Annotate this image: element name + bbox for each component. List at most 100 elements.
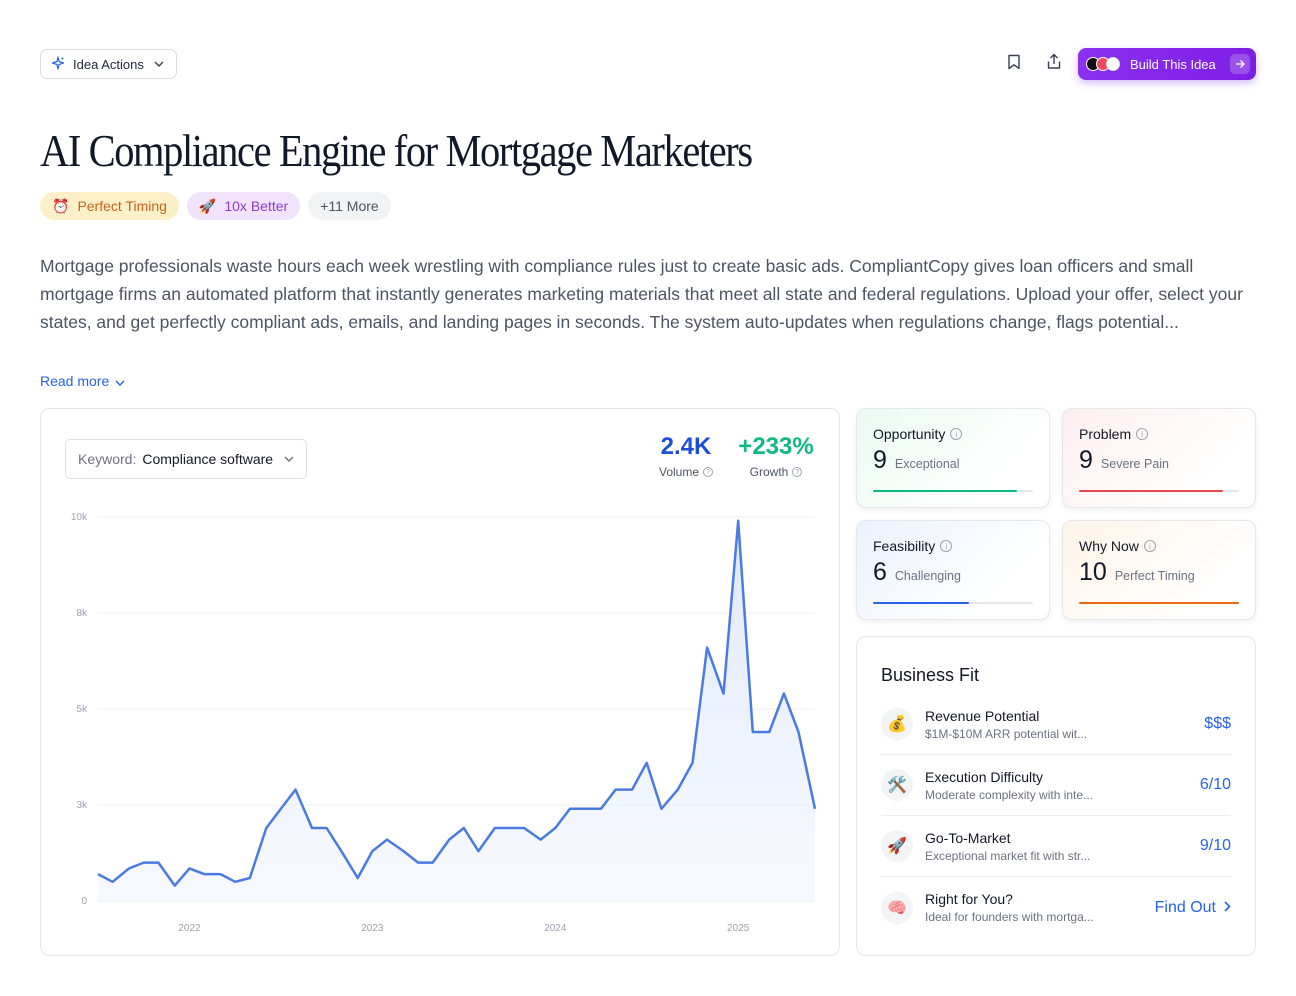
tag-list: ⏰ Perfect Timing 🚀 10x Better +11 More — [40, 192, 391, 220]
tools-icon: 🛠️ — [881, 769, 913, 801]
rocket-icon: 🚀 — [198, 197, 217, 214]
chevron-right-icon — [1224, 899, 1231, 917]
brain-icon: 🧠 — [881, 891, 913, 924]
score-value: 6 — [873, 558, 887, 586]
chart-area — [98, 520, 815, 901]
find-out-label: Find Out — [1154, 898, 1216, 916]
score-title-row: Problem i — [1079, 426, 1239, 442]
alarm-clock-icon: ⏰ — [52, 197, 70, 214]
idea-actions-dropdown[interactable]: Idea Actions — [40, 49, 177, 79]
score-label: Challenging — [894, 569, 961, 583]
score-card-problem[interactable]: Problem i 9 Severe Pain — [1062, 408, 1256, 508]
y-tick-label: 5k — [76, 704, 88, 715]
score-title: Why Now — [1079, 538, 1139, 554]
y-tick-label: 10k — [71, 512, 88, 523]
info-icon[interactable]: i — [1143, 540, 1156, 552]
score-card-opportunity[interactable]: Opportunity i 9 Exceptional — [856, 408, 1050, 508]
bf-text: Execution Difficulty Moderate complexity… — [925, 769, 1093, 802]
chevron-down-icon — [115, 373, 125, 389]
idea-actions-label: Idea Actions — [73, 56, 144, 72]
score-value: 9 — [1079, 446, 1093, 474]
share-button[interactable] — [1042, 52, 1066, 76]
tag-label: Perfect Timing — [77, 198, 167, 214]
bf-value: 9/10 — [1199, 837, 1231, 854]
tag-more[interactable]: +11 More — [308, 192, 391, 220]
search-volume-chart: 0 3k 5k 8k 10k 2022 2023 2024 2025 — [71, 512, 817, 934]
business-fit-title: Business Fit — [881, 665, 980, 685]
business-fit-execution-difficulty[interactable]: 🛠️ Execution Difficulty Moderate complex… — [881, 755, 1231, 816]
read-more-link[interactable]: Read more — [40, 373, 125, 389]
info-icon[interactable]: i — [1136, 428, 1149, 440]
bf-title: Go-To-Market — [925, 829, 1011, 846]
idea-description: Mortgage professionals waste hours each … — [40, 256, 1243, 332]
y-tick-label: 8k — [76, 608, 88, 619]
y-tick-label: 3k — [76, 800, 88, 811]
score-label: Perfect Timing — [1114, 569, 1195, 583]
score-title-row: Feasibility i — [873, 538, 1033, 554]
bf-subtitle: Exceptional market fit with str... — [925, 848, 1091, 863]
score-bar — [873, 490, 1033, 492]
info-icon[interactable]: i — [950, 428, 963, 440]
score-value: 10 — [1079, 558, 1107, 586]
score-value-row: 9 Exceptional — [873, 446, 1033, 475]
score-bar-fill — [873, 602, 969, 604]
bf-text: Right for You? Ideal for founders with m… — [925, 891, 1094, 924]
x-tick-label: 2022 — [178, 923, 201, 934]
info-icon[interactable]: i — [940, 540, 953, 552]
score-value-row: 6 Challenging — [873, 558, 1033, 587]
chevron-down-icon — [154, 58, 164, 70]
score-value: 9 — [873, 446, 887, 474]
builder-logo-icon — [1106, 57, 1120, 71]
bf-subtitle: Ideal for founders with mortga... — [925, 910, 1094, 924]
x-tick-label: 2025 — [727, 923, 750, 934]
bookmark-button[interactable] — [1002, 52, 1026, 76]
find-out-link[interactable]: Find Out — [1155, 899, 1231, 917]
tag-label: 10x Better — [224, 198, 289, 214]
bf-subtitle: Moderate complexity with inte... — [925, 787, 1094, 802]
business-fit-card: Business Fit 💰 Revenue Potential $1M-$10… — [856, 636, 1256, 956]
bf-title: Execution Difficulty — [925, 768, 1044, 785]
bf-text: Go-To-Market Exceptional market fit with… — [925, 830, 1090, 863]
sparkle-icon — [51, 55, 65, 73]
score-title: Feasibility — [873, 538, 936, 554]
score-bar-fill — [873, 490, 1017, 492]
score-label: Exceptional — [894, 457, 960, 471]
builder-logos — [1086, 57, 1120, 71]
money-bag-icon: 💰 — [881, 708, 913, 740]
read-more-label: Read more — [40, 373, 110, 389]
score-bar — [1079, 602, 1239, 604]
trend-chart-card: Keyword: Compliance software 2.4K Volume… — [40, 408, 840, 956]
bf-text: Revenue Potential $1M-$10M ARR potential… — [925, 708, 1087, 741]
y-tick-label: 0 — [81, 896, 87, 907]
bf-subtitle: $1M-$10M ARR potential wit... — [925, 726, 1088, 741]
bf-title: Revenue Potential — [925, 707, 1040, 724]
score-label: Severe Pain — [1100, 457, 1170, 471]
x-tick-label: 2024 — [544, 923, 567, 934]
page-title: AI Compliance Engine for Mortgage Market… — [40, 125, 753, 176]
score-card-why-now[interactable]: Why Now i 10 Perfect Timing — [1062, 520, 1256, 620]
tag-perfect-timing[interactable]: ⏰ Perfect Timing — [40, 192, 179, 220]
business-fit-right-for-you[interactable]: 🧠 Right for You? Ideal for founders with… — [881, 877, 1231, 938]
business-fit-go-to-market[interactable]: 🚀 Go-To-Market Exceptional market fit wi… — [881, 816, 1231, 877]
score-title-row: Why Now i — [1079, 538, 1239, 554]
arrow-right-icon — [1230, 54, 1250, 74]
x-tick-label: 2023 — [361, 923, 384, 934]
build-this-idea-button[interactable]: Build This Idea — [1078, 48, 1256, 80]
score-title: Problem — [1079, 426, 1132, 442]
share-icon — [1046, 53, 1062, 75]
score-bar-fill — [1079, 602, 1239, 604]
top-toolbar: Idea Actions Build This Idea — [40, 48, 1256, 80]
bf-value: $$$ — [1204, 715, 1231, 732]
score-title: Opportunity — [873, 426, 946, 442]
bf-title: Right for You? — [925, 891, 1013, 907]
tag-10x-better[interactable]: 🚀 10x Better — [186, 192, 301, 220]
score-value-row: 10 Perfect Timing — [1079, 558, 1239, 587]
score-title-row: Opportunity i — [873, 426, 1033, 442]
score-value-row: 9 Severe Pain — [1079, 446, 1239, 475]
business-fit-revenue-potential[interactable]: 💰 Revenue Potential $1M-$10M ARR potenti… — [881, 694, 1231, 755]
business-fit-list: 💰 Revenue Potential $1M-$10M ARR potenti… — [881, 694, 1231, 938]
score-card-feasibility[interactable]: Feasibility i 6 Challenging — [856, 520, 1050, 620]
bf-value: 6/10 — [1199, 776, 1231, 793]
score-bar — [1079, 490, 1239, 492]
rocket-icon: 🚀 — [881, 830, 913, 862]
